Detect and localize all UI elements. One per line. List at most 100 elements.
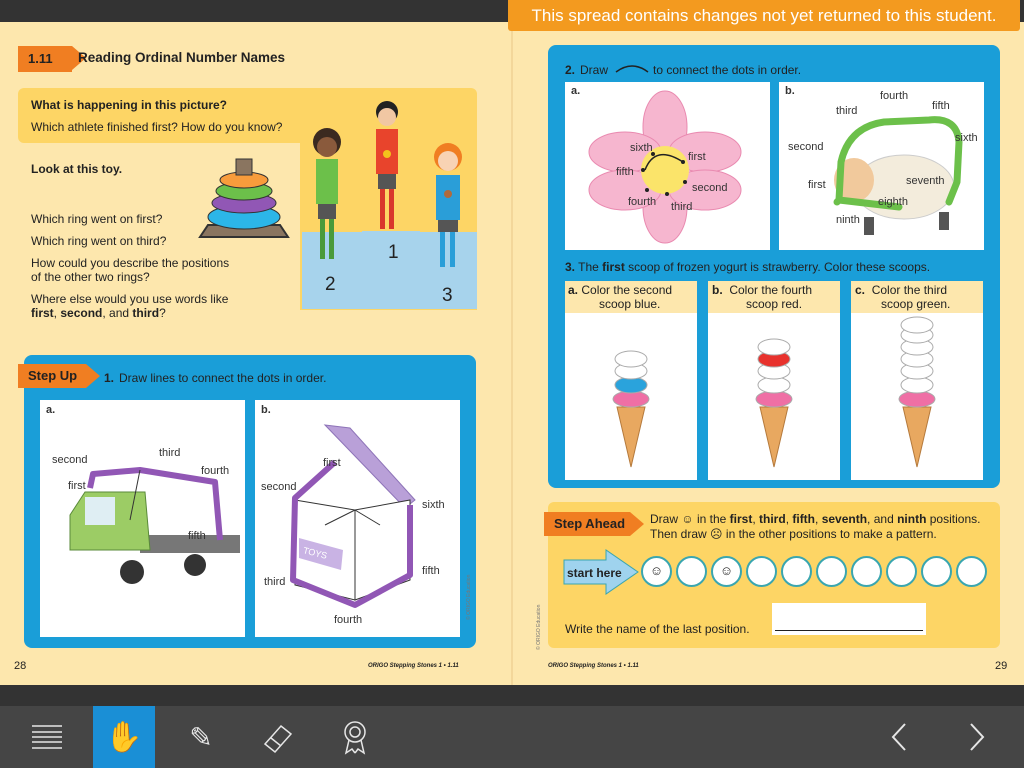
next-page-button[interactable] <box>946 706 1008 768</box>
discussion-question: Which athlete finished first? How do you… <box>31 120 283 134</box>
ice-cream-cone-1[interactable] <box>612 350 650 468</box>
flower-dot-first: first <box>688 151 706 163</box>
toolbar: ✋ ✎ <box>0 706 1024 768</box>
chevron-right-icon <box>970 723 985 751</box>
bottom-separator-bar <box>0 685 1024 706</box>
hand-tool-button[interactable]: ✋ <box>93 706 155 768</box>
pattern-circle-8[interactable] <box>886 556 917 587</box>
scoop-5 <box>757 338 791 356</box>
box-dot-first: first <box>323 457 341 469</box>
sheep-dot-seventh: seventh <box>906 175 945 187</box>
sheep-dot-fourth: fourth <box>880 90 909 102</box>
where-question-line2: first, second, and third? <box>31 306 166 320</box>
award-ribbon-icon <box>344 721 366 755</box>
step-ahead-line1: Draw ☺ in the first, third, fifth, seven… <box>650 512 981 526</box>
sheep-dot-first: first <box>808 179 826 191</box>
pattern-circle-1[interactable]: ☺ <box>641 556 672 587</box>
podium-place-3: 3 <box>442 285 453 306</box>
pattern-circle-10[interactable] <box>956 556 987 587</box>
ice-cream-cones <box>612 316 936 468</box>
ice-cream-cone-3[interactable] <box>898 316 936 468</box>
lesson-title: Reading Ordinal Number Names <box>78 50 286 65</box>
last-position-prompt: Write the name of the last position. <box>565 622 750 636</box>
pencil-tool-button[interactable]: ✎ <box>170 706 232 768</box>
q1-text: Draw lines to connect the dots in order. <box>119 371 327 385</box>
arc-line-icon <box>615 65 649 73</box>
podium-place-1: 1 <box>388 242 399 263</box>
q3-text: 3. The first scoop of frozen yogurt is s… <box>565 260 931 274</box>
truck-drawing <box>69 467 240 584</box>
smile-face-icon: ☺ <box>681 512 694 526</box>
box-dot-fifth: fifth <box>422 565 440 577</box>
scoop-7 <box>900 316 934 334</box>
page-divider <box>511 22 513 685</box>
cone <box>616 406 646 468</box>
cone <box>759 406 789 468</box>
truck-dot-fourth: fourth <box>201 465 230 477</box>
box-dot-sixth: sixth <box>422 499 445 511</box>
sheep-dot-fifth: fifth <box>932 100 950 112</box>
scoop-4 <box>614 350 648 368</box>
ring-third-question: Which ring went on third? <box>31 234 167 248</box>
sheep-dot-eighth: eighth <box>878 196 908 208</box>
lesson-number-tag: 1.11 <box>18 46 86 72</box>
sheep-dot-sixth: sixth <box>955 132 978 144</box>
pattern-circle-6[interactable] <box>816 556 847 587</box>
q2-draw: Draw <box>580 63 609 77</box>
pattern-circle-4[interactable] <box>746 556 777 587</box>
truck-dot-fifth: fifth <box>188 530 206 542</box>
sheep-drawing <box>833 116 963 235</box>
flower-dot-fourth: fourth <box>628 196 657 208</box>
sheep-dot-third: third <box>836 105 858 117</box>
ice-cream-cone-2[interactable] <box>755 338 793 468</box>
list-menu-icon <box>32 725 62 749</box>
cone-b-instructions: b. Color the fourth scoop red. <box>708 281 840 313</box>
discussion-heading: What is happening in this picture? <box>31 98 228 112</box>
toy-prompt: Look at this toy. <box>31 162 123 176</box>
neutral-face-icon: ☹ <box>710 527 723 541</box>
ring-first-question: Which ring went on first? <box>31 212 163 226</box>
unreturned-changes-banner: This spread contains changes not yet ret… <box>508 0 1020 31</box>
truck-dot-second: second <box>52 454 88 466</box>
q2-number: 2. <box>565 63 576 77</box>
step-ahead-line2: Then draw ☹ in the other positions to ma… <box>650 527 937 541</box>
pattern-circle-2[interactable] <box>676 556 707 587</box>
flower-dot-sixth: sixth <box>630 142 653 154</box>
last-position-input[interactable] <box>772 603 926 635</box>
hand-icon: ✋ <box>105 720 143 754</box>
step-ahead-tag: Step Ahead <box>544 512 644 536</box>
describe-question-line1: How could you describe the positions <box>31 256 230 270</box>
step-up-tag: Step Up <box>18 364 100 388</box>
cone-c-instructions: c. Color the third scoop green. <box>851 281 983 313</box>
flower-dot-second: second <box>692 182 728 194</box>
box-dot-second: second <box>261 481 297 493</box>
pattern-circle-3[interactable]: ☺ <box>711 556 742 587</box>
eraser-icon <box>263 724 293 754</box>
flower-dot-fifth: fifth <box>616 166 634 178</box>
start-here-label: start here <box>567 566 622 580</box>
award-button[interactable] <box>324 706 386 768</box>
flower-dot-third: third <box>671 201 693 213</box>
flower-drawing <box>588 90 742 244</box>
eraser-tool-button[interactable] <box>247 706 309 768</box>
menu-button[interactable] <box>16 706 78 768</box>
pencil-icon: ✎ <box>189 721 213 753</box>
page-number-left: 28 <box>14 660 27 672</box>
q1-number: 1. <box>104 371 115 385</box>
pattern-circle-9[interactable] <box>921 556 952 587</box>
pattern-circle-5[interactable] <box>781 556 812 587</box>
box-dot-third: third <box>264 576 286 588</box>
previous-page-button[interactable] <box>868 706 930 768</box>
cone <box>902 406 932 468</box>
q2-text: to connect the dots in order. <box>653 63 802 77</box>
describe-question-line2: of the other two rings? <box>31 270 150 284</box>
footer-right: ORIGO Stepping Stones 1 • 1.11 <box>548 663 639 669</box>
ring-stacking-toy <box>198 158 290 238</box>
where-question-line1: Where else would you use words like <box>31 292 229 306</box>
sheep-dot-ninth: ninth <box>836 214 860 226</box>
toy-box-drawing <box>290 424 416 608</box>
footer-left: ORIGO Stepping Stones 1 • 1.11 <box>368 663 459 669</box>
pattern-circle-7[interactable] <box>851 556 882 587</box>
page-number-right: 29 <box>995 660 1008 672</box>
box-dot-fourth: fourth <box>334 614 363 626</box>
